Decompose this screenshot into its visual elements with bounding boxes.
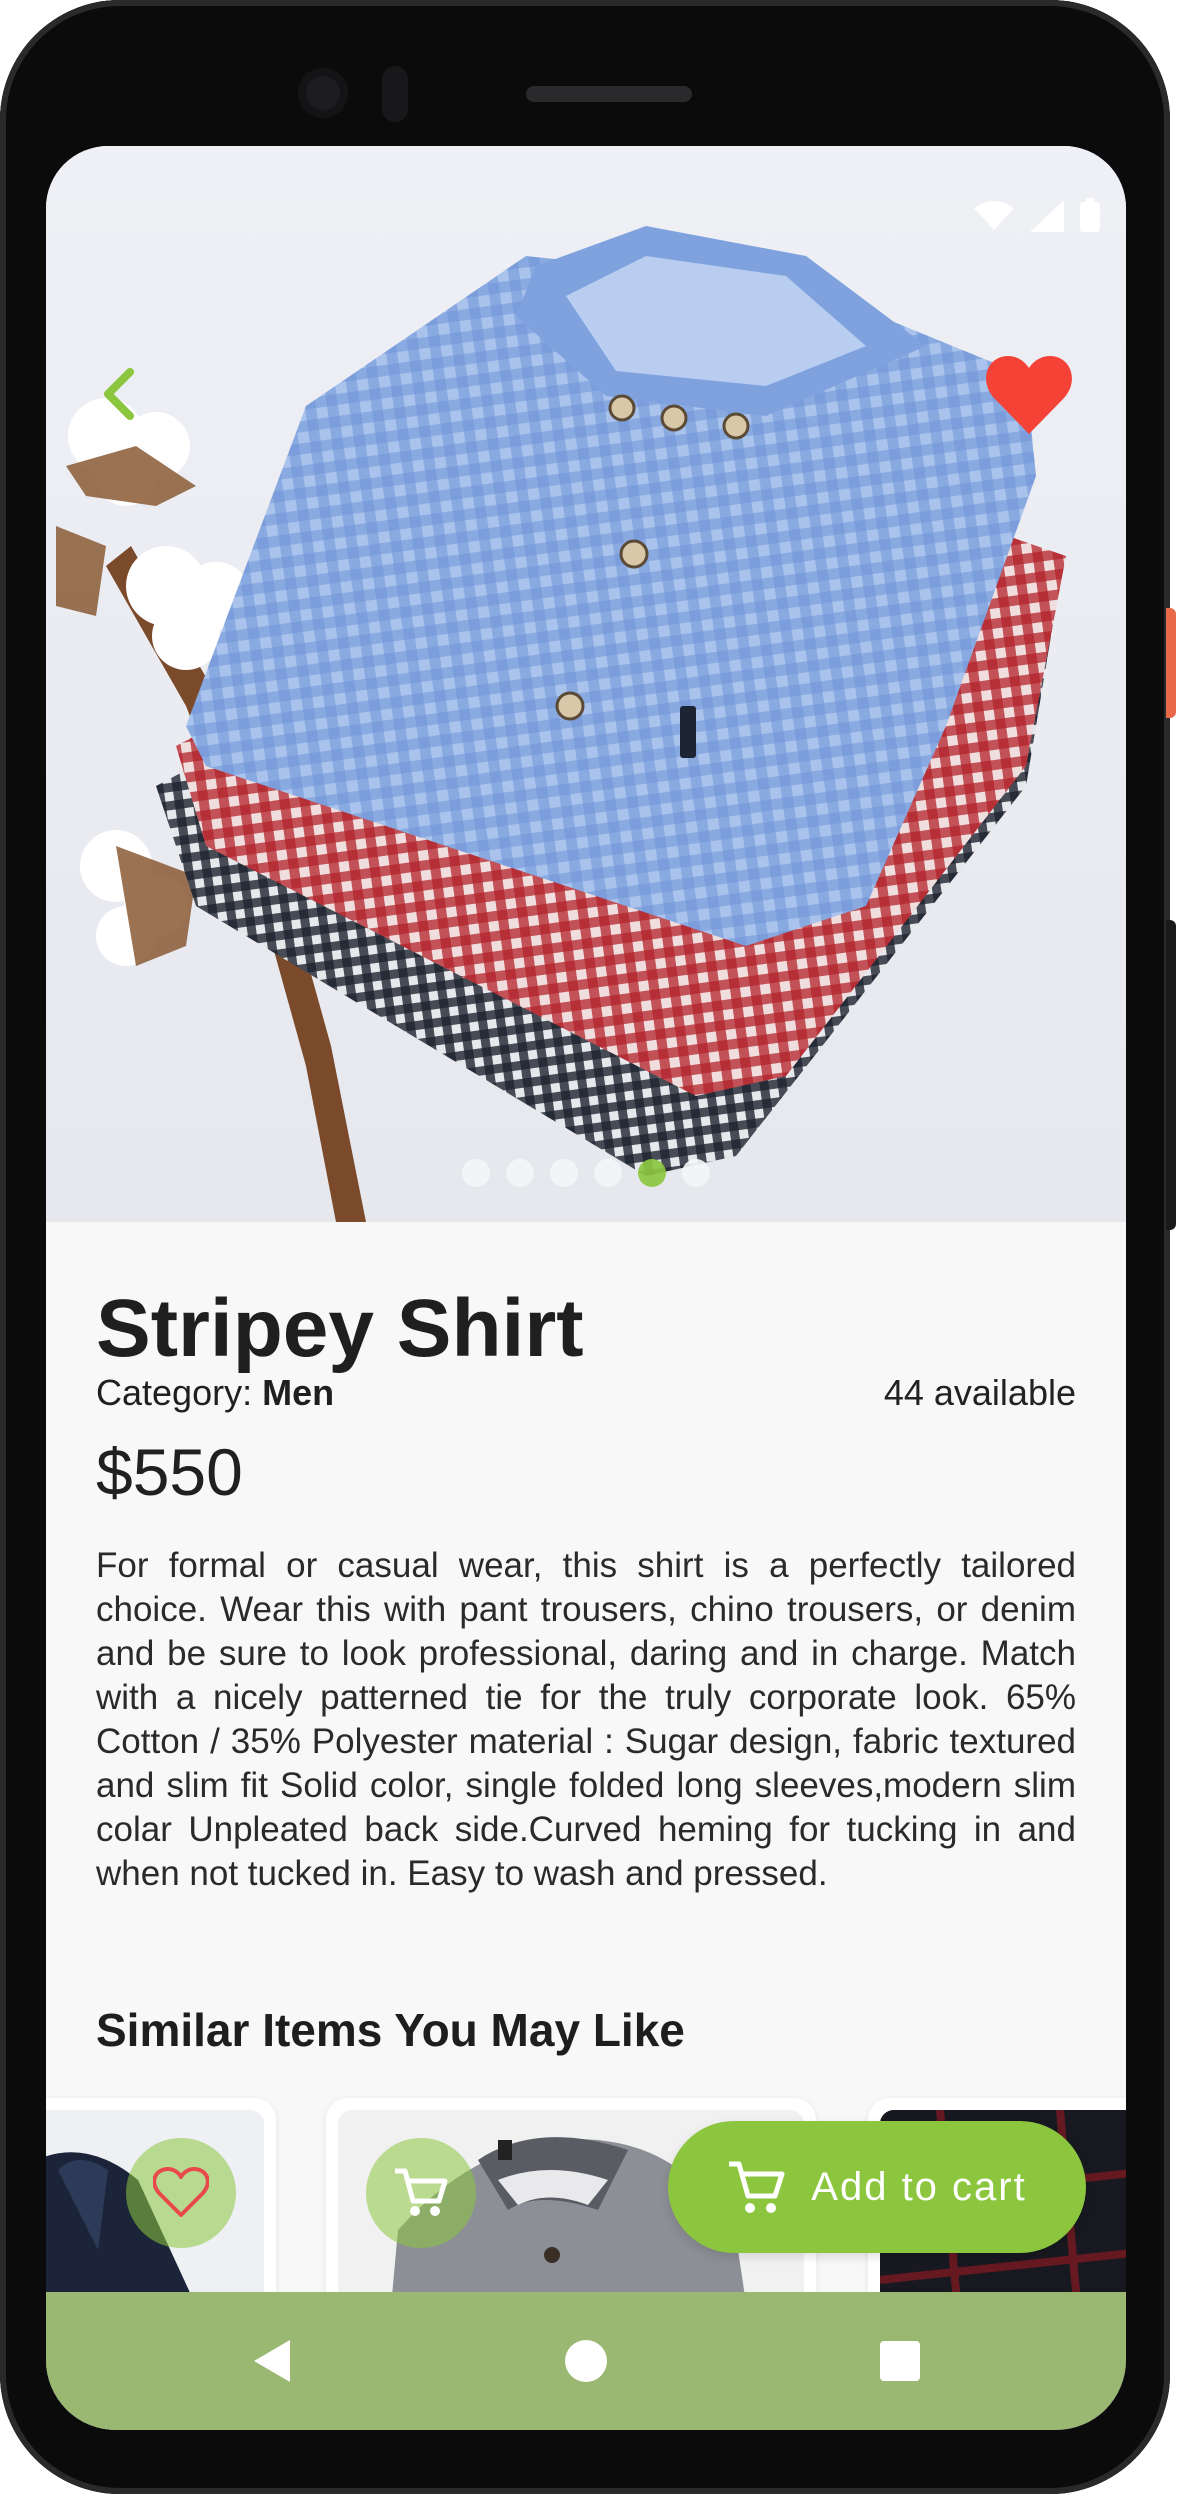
signal-icon: [1030, 200, 1064, 232]
app-screen: Stripey Shirt Category: Men 44 available…: [46, 146, 1126, 2430]
chevron-left-icon: [104, 368, 134, 420]
carousel-indicator: [462, 1159, 710, 1187]
back-button[interactable]: [90, 364, 146, 424]
carousel-dot[interactable]: [462, 1159, 490, 1187]
carousel-dot[interactable]: [594, 1159, 622, 1187]
add-similar-to-cart-button[interactable]: [366, 2138, 476, 2248]
wifi-icon: [974, 201, 1014, 230]
power-button: [1166, 608, 1176, 718]
earpiece-speaker: [526, 86, 692, 102]
carousel-dot[interactable]: [506, 1159, 534, 1187]
shopping-cart-icon: [395, 2168, 448, 2216]
category-prefix: Category:: [96, 1372, 263, 1413]
phone-frame: Stripey Shirt Category: Men 44 available…: [0, 0, 1176, 2494]
add-to-cart-button[interactable]: Add to cart: [668, 2121, 1086, 2253]
product-price: $550: [96, 1435, 243, 1509]
favorite-button[interactable]: [984, 354, 1074, 438]
product-image[interactable]: [46, 146, 1126, 1222]
carousel-dot[interactable]: [682, 1159, 710, 1187]
carousel-dot[interactable]: [638, 1159, 666, 1187]
shirt-stack-illustration: [56, 226, 1066, 1222]
proximity-sensor: [382, 66, 408, 122]
system-navigation-bar: [46, 2292, 1126, 2430]
status-bar: [46, 146, 1126, 232]
nav-home-icon[interactable]: [565, 2340, 607, 2382]
favorite-similar-button[interactable]: [126, 2138, 236, 2248]
heart-outline-icon: [153, 2167, 209, 2217]
similar-items-heading: Similar Items You May Like: [96, 2004, 685, 2056]
product-title: Stripey Shirt: [96, 1283, 584, 1374]
carousel-dot[interactable]: [550, 1159, 578, 1187]
product-category: Category: Men: [96, 1372, 334, 1414]
heart-filled-icon: [986, 356, 1072, 434]
nav-recents-icon[interactable]: [880, 2341, 920, 2381]
nav-back-icon[interactable]: [252, 2338, 292, 2384]
add-to-cart-label: Add to cart: [811, 2164, 1027, 2209]
volume-rocker: [1166, 920, 1176, 1230]
product-description: For formal or casual wear, this shirt is…: [96, 1546, 1076, 1893]
stock-available: 44 available: [883, 1372, 1076, 1413]
category-value: Men: [262, 1372, 335, 1413]
battery-icon: [1080, 198, 1100, 232]
front-camera: [298, 68, 348, 118]
shopping-cart-icon: [729, 2161, 785, 2213]
